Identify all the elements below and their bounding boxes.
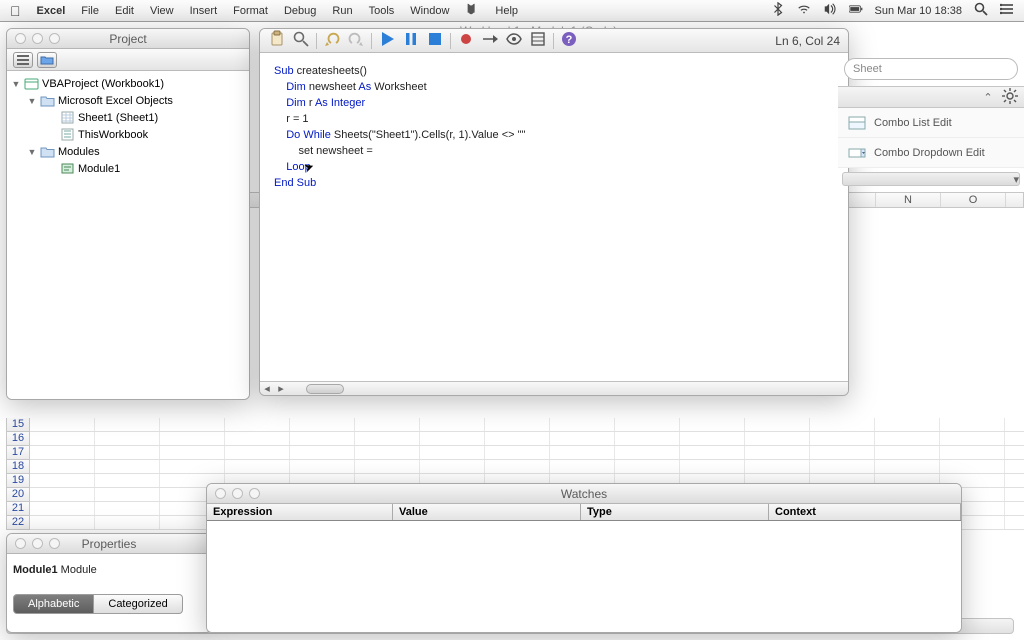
col-context[interactable]: Context [769,504,961,520]
code-toolbar: ? Ln 6, Col 24 [260,29,848,53]
tree-item[interactable]: Sheet1 (Sheet1) [7,109,249,126]
row-header[interactable]: 20 [6,488,30,502]
menu-format[interactable]: Format [233,5,268,17]
toolbox-search-placeholder: Sheet [853,63,882,75]
macos-menubar:  Excel File Edit View Insert Format Deb… [0,0,1024,22]
undo-icon[interactable] [323,30,341,51]
tab-categorized[interactable]: Categorized [94,594,182,614]
tree-item[interactable]: ▼Modules [7,143,249,160]
col-expression[interactable]: Expression [207,504,393,520]
project-window: Project ▼VBAProject (Workbook1)▼Microsof… [6,28,250,400]
view-folder-button[interactable] [37,52,57,68]
view-list-button[interactable] [13,52,33,68]
stop-icon[interactable] [426,30,444,51]
row-header[interactable]: 18 [6,460,30,474]
row-header[interactable]: 16 [6,432,30,446]
window-controls[interactable] [207,488,260,499]
spotlight-icon[interactable] [974,2,988,19]
toolbox-search[interactable]: Sheet [844,58,1018,80]
window-controls[interactable] [7,33,60,44]
module-name-line: Module1 Module [13,560,205,578]
toolbox-item-combo-list[interactable]: Combo List Edit [838,108,1024,138]
row-header[interactable]: 19 [6,474,30,488]
breakpoint-icon[interactable] [457,30,475,51]
clock[interactable]: Sun Mar 10 18:38 [875,5,962,17]
toolbox-scrollbar[interactable]: ▾ [842,172,1020,186]
column-header[interactable]: N [876,193,941,207]
row-header[interactable]: 22 [6,516,30,530]
watches-window: Watches Expression Value Type Context [206,483,962,633]
properties-window: Properties Module1 Module Alphabetic Cat… [6,533,212,633]
menu-debug[interactable]: Debug [284,5,316,17]
project-tree[interactable]: ▼VBAProject (Workbook1)▼Microsoft Excel … [7,71,249,399]
menu-window[interactable]: Window [410,5,449,17]
toolbox-item-combo-dropdown[interactable]: Combo Dropdown Edit [838,138,1024,168]
volume-icon[interactable] [823,2,837,19]
find-icon[interactable] [292,30,310,51]
collapse-icon[interactable]: ⌃ [980,90,996,104]
toolbox-item-label: Combo List Edit [874,117,952,129]
toolbox-pane: Sheet ⌃ Combo List Edit Combo Dropdown E… [838,52,1024,190]
watch-icon[interactable] [505,30,523,51]
menu-insert[interactable]: Insert [190,5,218,17]
script-menu-icon[interactable] [465,2,479,19]
gear-icon[interactable] [1002,88,1018,107]
properties-tabs: Alphabetic Categorized [13,594,205,614]
menu-help[interactable]: Help [495,5,518,17]
paste-icon[interactable] [268,30,286,51]
step-icon[interactable] [481,30,499,51]
cursor-position: Ln 6, Col 24 [775,34,840,48]
notification-center-icon[interactable] [1000,2,1014,19]
tree-item[interactable]: ▼Microsoft Excel Objects [7,92,249,109]
pause-icon[interactable] [402,30,420,51]
window-controls[interactable] [7,538,60,549]
tree-item[interactable]: ▼VBAProject (Workbook1) [7,75,249,92]
col-type[interactable]: Type [581,504,769,520]
watches-body[interactable] [207,521,961,632]
row-header[interactable]: 15 [6,418,30,432]
column-header[interactable]: O [941,193,1006,207]
code-editor[interactable]: Sub createsheets() Dim newsheet As Works… [260,53,848,381]
wifi-icon[interactable] [797,2,811,19]
menu-view[interactable]: View [150,5,174,17]
menu-edit[interactable]: Edit [115,5,134,17]
col-value[interactable]: Value [393,504,581,520]
menu-file[interactable]: File [81,5,99,17]
tree-item[interactable]: Module1 [7,160,249,177]
apple-menu[interactable]:  [10,3,21,19]
redo-icon[interactable] [347,30,365,51]
row-header[interactable]: 17 [6,446,30,460]
watches-header: Expression Value Type Context [207,504,961,521]
watches-title: Watches [207,487,961,501]
menu-run[interactable]: Run [332,5,352,17]
battery-icon[interactable] [849,2,863,19]
bluetooth-icon[interactable] [771,2,785,19]
menu-tools[interactable]: Tools [369,5,395,17]
row-header[interactable]: 21 [6,502,30,516]
toolbox-item-label: Combo Dropdown Edit [874,147,985,159]
code-window: ? Ln 6, Col 24 Sub createsheets() Dim ne… [259,28,849,396]
tab-alphabetic[interactable]: Alphabetic [13,594,94,614]
editor-hscrollbar[interactable]: ◂▸ [260,381,848,395]
help-icon[interactable]: ? [560,30,578,51]
app-name[interactable]: Excel [37,5,66,17]
svg-text:?: ? [566,34,573,46]
mouse-cursor: ➤ [302,158,317,176]
tree-item[interactable]: ThisWorkbook [7,126,249,143]
bookmark-icon[interactable] [529,30,547,51]
run-icon[interactable] [378,30,396,51]
